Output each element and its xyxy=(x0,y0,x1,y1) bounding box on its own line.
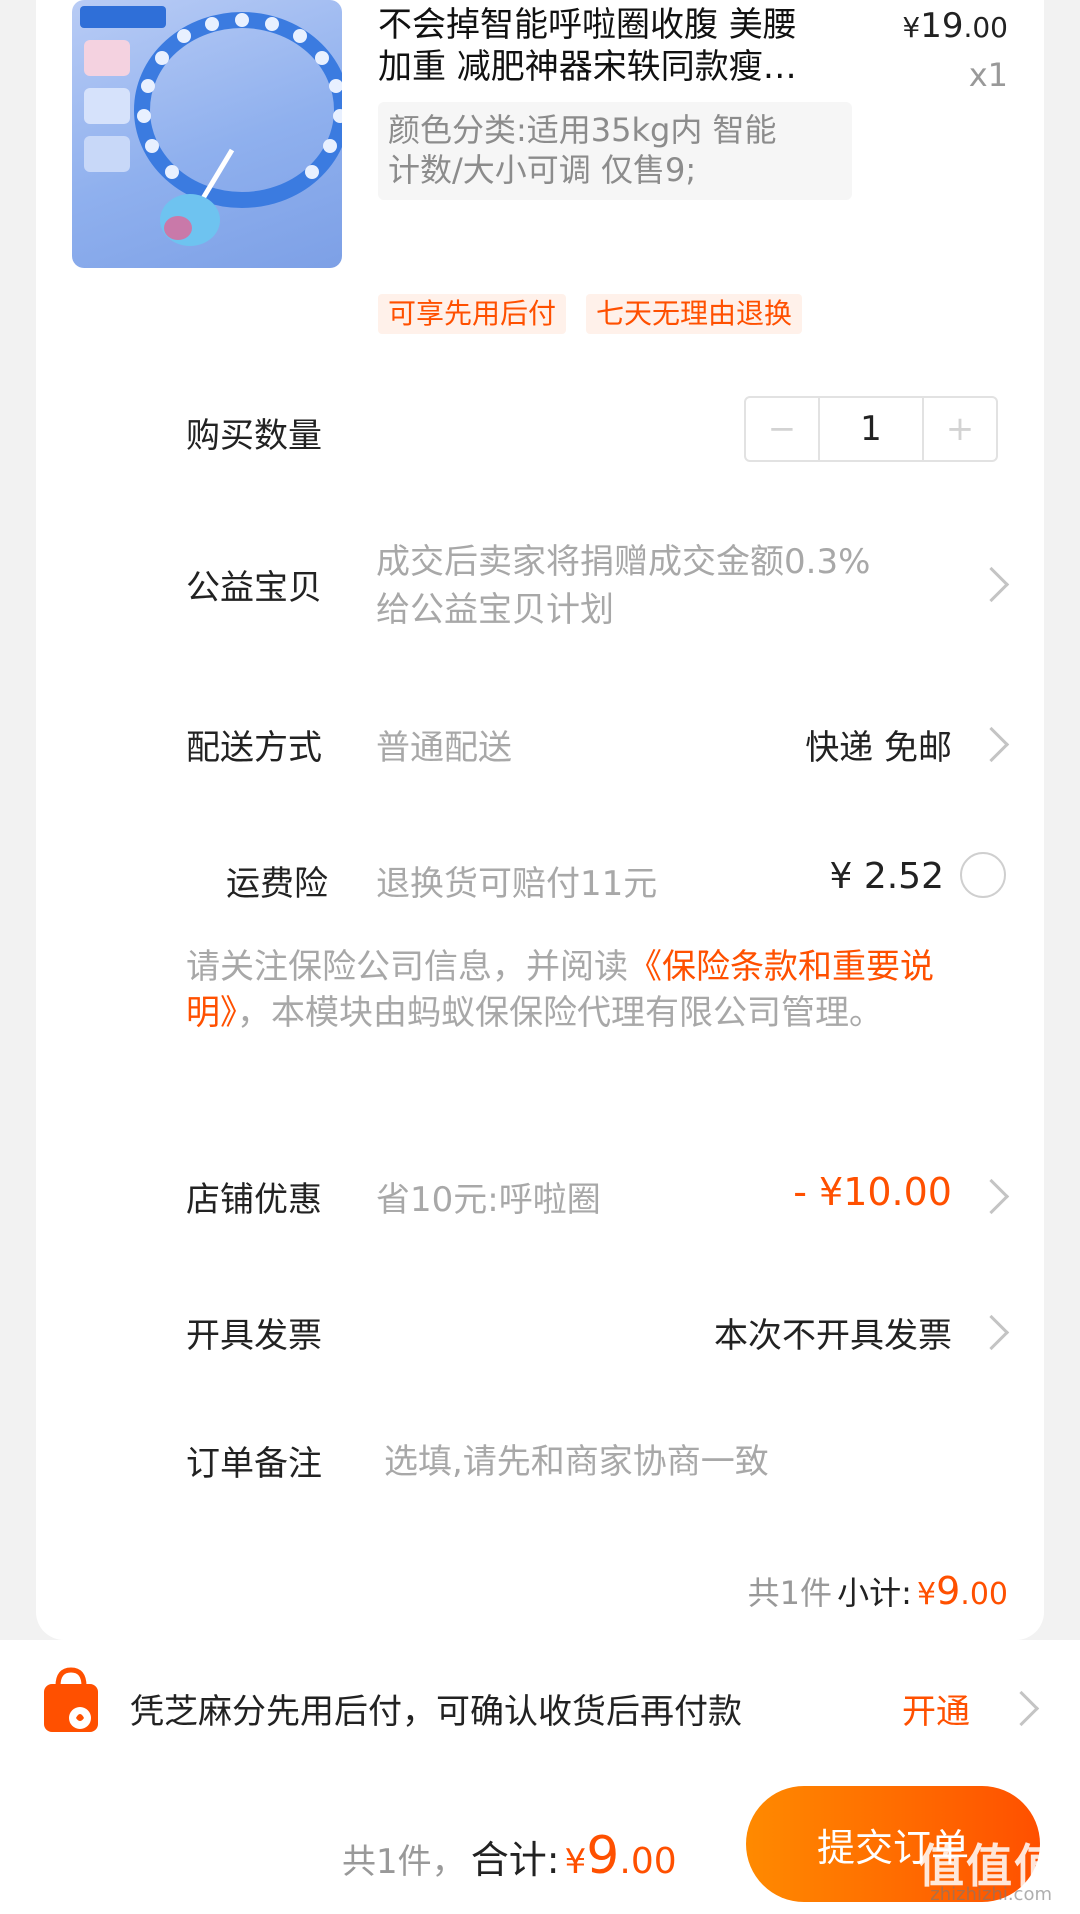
charity-desc[interactable]: 成交后卖家将捐赠成交金额0.3% 给公益宝贝计划 xyxy=(376,538,870,634)
subtotal: 共1件 小计: ¥9.00 xyxy=(748,1568,1008,1614)
price-symbol: ¥ xyxy=(902,11,921,44)
watermark-url: zhizhizhi.com xyxy=(930,1884,1052,1905)
total-summary: 共1件， 合计: ¥9.00 xyxy=(342,1826,677,1886)
insurance-radio[interactable] xyxy=(960,852,1006,898)
spec-line1: 颜色分类:适用35kg内 智能 xyxy=(388,111,777,149)
tag-seven-day-return: 七天无理由退换 xyxy=(586,294,803,334)
subtotal-symbol: ¥ xyxy=(917,1577,937,1612)
tag-pay-later: 可享先用后付 xyxy=(378,294,567,334)
product-title-line2: 加重 减肥神器宋轶同款瘦… xyxy=(378,47,797,87)
product-price: ¥19.00 xyxy=(902,6,1008,46)
quantity-plus-button[interactable]: + xyxy=(924,398,996,460)
subtotal-int: 9 xyxy=(936,1569,961,1613)
shipping-value[interactable]: 快递 免邮 xyxy=(805,720,952,769)
pay-later-open-button[interactable]: 开通 xyxy=(902,1684,970,1733)
price-int: 19 xyxy=(920,6,964,46)
charity-desc-line2: 给公益宝贝计划 xyxy=(376,590,614,630)
product-title-line1: 不会掉智能呼啦圈收腹 美腰 xyxy=(378,5,797,45)
product-title[interactable]: 不会掉智能呼啦圈收腹 美腰 加重 减肥神器宋轶同款瘦… xyxy=(378,4,848,88)
spec-line2: 计数/大小可调 仅售9; xyxy=(388,151,697,189)
discount-desc: 省10元:呼啦圈 xyxy=(376,1180,601,1220)
total-label: 合计: xyxy=(470,1838,560,1882)
insurance-notice: 请关注保险公司信息，并阅读《保险条款和重要说明》，本模块由蚂蚁保保险代理有限公司… xyxy=(186,944,1008,1036)
shipping-label: 配送方式 xyxy=(186,728,322,768)
insurance-price: ¥ 2.52 xyxy=(829,856,944,897)
product-spec[interactable]: 颜色分类:适用35kg内 智能 计数/大小可调 仅售9; xyxy=(378,102,852,200)
charity-label: 公益宝贝 xyxy=(186,568,322,608)
subtotal-count: 共1件 xyxy=(747,1574,833,1612)
hula-hoop-image xyxy=(80,6,342,246)
shopping-bag-icon xyxy=(44,1667,98,1732)
discount-value[interactable]: - ¥10.00 xyxy=(793,1170,952,1214)
subtotal-label: 小计: xyxy=(837,1574,912,1612)
notice-suffix: ，本模块由蚂蚁保保险代理有限公司管理。 xyxy=(237,993,883,1033)
discount-label: 店铺优惠 xyxy=(186,1180,322,1220)
charity-desc-line1: 成交后卖家将捐赠成交金额0.3% xyxy=(376,542,871,582)
remark-input[interactable]: 选填,请先和商家协商一致 xyxy=(384,1434,769,1483)
total-symbol: ¥ xyxy=(564,1842,587,1882)
total-int: 9 xyxy=(586,1826,620,1886)
total-count: 共1件， xyxy=(342,1842,466,1882)
quantity-stepper[interactable]: − 1 + xyxy=(744,396,998,462)
quantity-label: 购买数量 xyxy=(186,416,322,456)
insurance-desc: 退换货可赔付11元 xyxy=(376,864,658,904)
insurance-label: 运费险 xyxy=(226,864,328,904)
quantity-minus-button[interactable]: − xyxy=(746,398,818,460)
remark-label: 订单备注 xyxy=(186,1444,322,1484)
shipping-method: 普通配送 xyxy=(376,728,512,768)
invoice-label: 开具发票 xyxy=(186,1316,322,1356)
invoice-value[interactable]: 本次不开具发票 xyxy=(714,1308,952,1357)
pay-later-text: 凭芝麻分先用后付，可确认收货后再付款 xyxy=(130,1692,742,1732)
subtotal-dec: .00 xyxy=(960,1577,1008,1612)
total-dec: .00 xyxy=(619,1841,677,1882)
product-image[interactable] xyxy=(72,0,342,268)
quantity-value[interactable]: 1 xyxy=(818,398,924,460)
price-dec: .00 xyxy=(963,11,1008,44)
product-quantity-mult: x1 xyxy=(968,56,1008,94)
notice-prefix: 请关注保险公司信息，并阅读 xyxy=(186,947,628,987)
